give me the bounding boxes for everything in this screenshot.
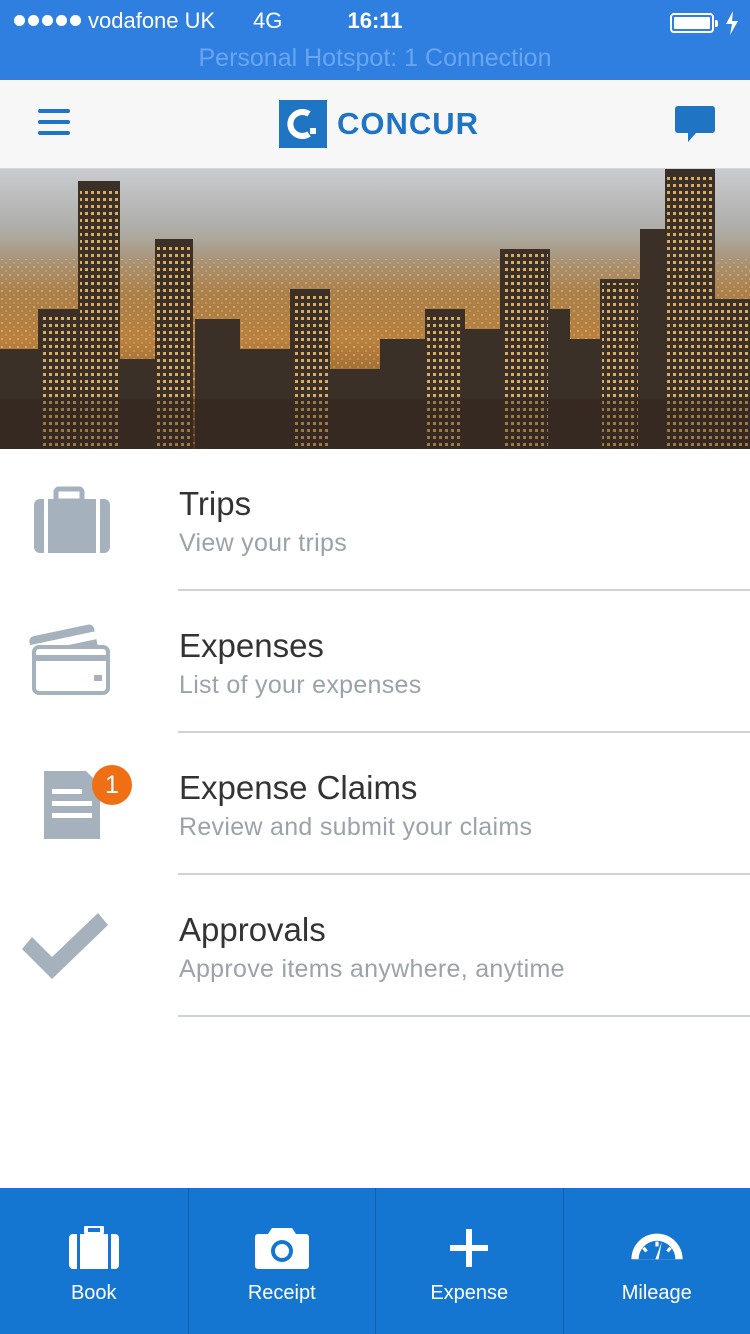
menu-item-approvals[interactable]: Approvals Approve items anywhere, anytim… <box>0 875 750 1017</box>
main-menu: Trips View your trips Expenses List of y… <box>0 449 750 1017</box>
bottom-tab-bar: Book Receipt Expense Mileage <box>0 1188 750 1334</box>
status-time: 16:11 <box>347 8 403 33</box>
hamburger-menu-icon[interactable] <box>38 109 70 137</box>
plus-icon <box>450 1229 489 1267</box>
tab-label: Expense <box>430 1282 509 1304</box>
tab-book[interactable]: Book <box>0 1188 188 1334</box>
menu-item-subtitle: List of your expenses <box>179 671 422 699</box>
camera-icon <box>254 1228 309 1269</box>
briefcase-icon <box>68 1226 119 1269</box>
battery-icon <box>670 13 718 33</box>
chat-bubble-icon[interactable] <box>674 104 716 144</box>
concur-logo-mark <box>279 100 327 148</box>
menu-item-expenses[interactable]: Expenses List of your expenses <box>0 591 750 733</box>
notification-badge: 1 <box>92 765 132 805</box>
menu-item-subtitle: Review and submit your claims <box>179 813 533 841</box>
app-header: CONCUR <box>0 80 750 169</box>
tab-label: Receipt <box>247 1282 316 1304</box>
charging-icon <box>726 11 738 35</box>
tab-mileage[interactable]: Mileage <box>562 1188 750 1334</box>
checkmark-icon <box>0 875 178 1017</box>
menu-item-trips[interactable]: Trips View your trips <box>0 449 750 591</box>
brand-name: CONCUR <box>337 106 480 141</box>
menu-item-title: Trips <box>179 485 252 522</box>
menu-item-subtitle: View your trips <box>179 529 347 557</box>
menu-item-title: Expenses <box>179 627 324 664</box>
tab-label: Mileage <box>621 1282 692 1304</box>
concur-logo: CONCUR <box>279 100 479 148</box>
divider <box>178 1015 750 1017</box>
menu-item-title: Approvals <box>179 911 326 948</box>
status-bar: vodafone UK 4G 16:11 Personal Hotspot: 1… <box>0 0 750 80</box>
hotspot-banner[interactable]: Personal Hotspot: 1 Connection <box>0 44 750 73</box>
menu-item-subtitle: Approve items anywhere, anytime <box>179 955 565 983</box>
speedometer-icon <box>631 1233 683 1260</box>
tab-label: Book <box>70 1282 117 1304</box>
tab-receipt[interactable]: Receipt <box>187 1188 376 1334</box>
tab-expense[interactable]: Expense <box>375 1188 563 1334</box>
credit-card-icon <box>0 591 178 733</box>
menu-item-title: Expense Claims <box>179 769 418 806</box>
briefcase-icon <box>0 449 178 591</box>
hero-city-image <box>0 169 750 449</box>
document-icon <box>0 733 178 875</box>
